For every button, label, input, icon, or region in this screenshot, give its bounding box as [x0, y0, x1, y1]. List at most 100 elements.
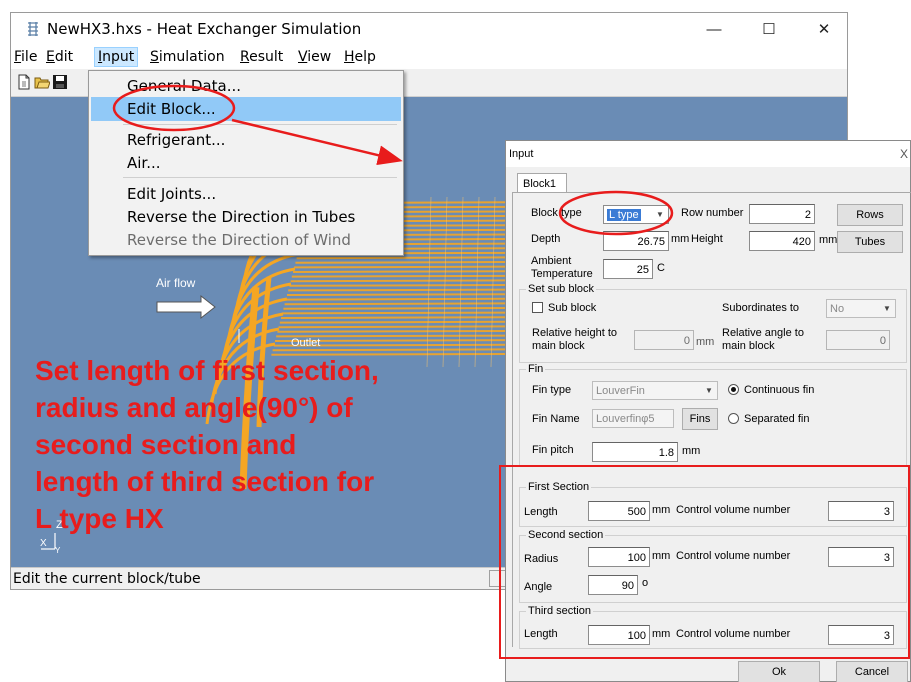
menu-input-rest: nput [102, 49, 135, 65]
menu-view[interactable]: View [295, 48, 334, 66]
menu-separator [123, 177, 397, 178]
fin-line [474, 196, 480, 368]
maximize-button[interactable]: ☐ [746, 13, 792, 46]
ambient-unit: C [657, 262, 665, 274]
second-cv-label: Control volume number [676, 550, 791, 562]
row-number-field[interactable]: 2 [749, 204, 815, 224]
menu-edit[interactable]: Edit [43, 48, 76, 66]
relative-height-label-line2: main block [532, 340, 585, 352]
third-cv-label: Control volume number [676, 628, 791, 640]
first-cv-field[interactable]: 3 [828, 501, 894, 521]
sub-block-checkbox[interactable] [532, 302, 543, 313]
air-flow-arrow-icon [156, 294, 216, 320]
fin-type-value: LouverFin [596, 385, 645, 397]
third-section-title: Third section [526, 605, 593, 617]
second-cv-field[interactable]: 3 [828, 547, 894, 567]
menu-item-edit-block[interactable]: Edit Block... [91, 97, 401, 121]
relative-height-field: 0 [634, 330, 694, 350]
app-icon [28, 22, 38, 36]
second-section-title: Second section [526, 529, 606, 541]
block-type-label: Block type [531, 207, 582, 219]
menu-item-air[interactable]: Air... [91, 151, 401, 175]
rows-button[interactable]: Rows [837, 204, 903, 226]
depth-label: Depth [531, 233, 561, 245]
tubes-button[interactable]: Tubes [837, 231, 903, 253]
third-length-unit: mm [652, 628, 671, 640]
menu-item-edit-joints[interactable]: Edit Joints... [91, 182, 401, 206]
radius-field[interactable]: 100 [588, 547, 650, 567]
fin-group-title: Fin [526, 363, 546, 375]
third-length-field[interactable]: 100 [588, 625, 650, 645]
menu-input[interactable]: Input [93, 47, 139, 67]
first-cv-label: Control volume number [676, 504, 791, 516]
dialog-body: Block1 Block type L type ▼ Row number 2 … [506, 167, 911, 682]
angle-unit: o [642, 577, 649, 589]
relative-height-label-line1: Relative height to [532, 327, 617, 339]
open-folder-icon[interactable] [34, 74, 50, 90]
fins-button[interactable]: Fins [682, 408, 718, 430]
close-button[interactable]: ✕ [801, 13, 847, 46]
radius-label: Radius [524, 553, 559, 565]
save-disk-icon[interactable] [52, 74, 68, 90]
menu-result-rest: esult [249, 49, 284, 65]
third-cv-field[interactable]: 3 [828, 625, 894, 645]
set-sub-block-title: Set sub block [526, 283, 597, 295]
depth-field[interactable]: 26.75 [603, 231, 669, 251]
cancel-button[interactable]: Cancel [836, 661, 908, 682]
input-menu-dropdown: General Data... Edit Block... Refrigeran… [88, 70, 404, 256]
window-title: NewHX3.hxs - Heat Exchanger Simulation [47, 20, 362, 38]
menu-item-reverse-tubes[interactable]: Reverse the Direction in Tubes [91, 205, 401, 229]
fin-type-select: LouverFin ▼ [592, 381, 718, 400]
ambient-temperature-field[interactable]: 25 [603, 259, 653, 279]
continuous-fin-radio[interactable] [728, 384, 739, 395]
fin-line [458, 196, 464, 368]
angle-field[interactable]: 90 [588, 575, 638, 595]
relative-angle-field: 0 [826, 330, 890, 350]
menu-simulation[interactable]: Simulation [147, 48, 228, 66]
fin-line [426, 196, 432, 368]
row-number-label: Row number [681, 207, 744, 219]
chevron-down-icon: ▼ [705, 386, 713, 395]
menu-item-refrigerant[interactable]: Refrigerant... [91, 128, 401, 152]
chevron-down-icon: ▼ [656, 210, 664, 219]
subordinates-label: Subordinates to [722, 302, 800, 314]
axis-x-label: X [40, 538, 47, 549]
second-section-group: Second section Radius 100 mm Control vol… [519, 529, 907, 603]
block-type-select[interactable]: L type ▼ [603, 205, 669, 224]
tab-panel: Block type L type ▼ Row number 2 Rows De… [512, 192, 911, 649]
fin-pitch-field[interactable]: 1.8 [592, 442, 678, 462]
menu-file[interactable]: File [11, 48, 40, 66]
menu-simulation-rest: imulation [158, 49, 225, 65]
tab-block1[interactable]: Block1 [517, 173, 567, 193]
axis-y-label: Y [55, 546, 61, 555]
menu-file-rest: ile [21, 49, 38, 65]
menu-view-rest: iew [307, 49, 332, 65]
first-length-unit: mm [652, 504, 671, 516]
menu-separator [123, 124, 397, 125]
fin-name-label: Fin Name [532, 413, 580, 425]
set-sub-block-group: Set sub block Sub block Subordinates to … [519, 283, 907, 363]
menu-edit-rest: dit [54, 49, 74, 65]
dialog-title-bar[interactable]: Input X [506, 141, 910, 167]
ambient-label-line2: Temperature [531, 268, 593, 280]
first-section-group: First Section Length 500 mm Control volu… [519, 481, 907, 527]
height-field[interactable]: 420 [749, 231, 815, 251]
status-text: Edit the current block/tube [13, 571, 201, 587]
title-bar[interactable]: NewHX3.hxs - Heat Exchanger Simulation —… [11, 13, 847, 46]
menu-result-accel: R [240, 49, 250, 65]
minimize-button[interactable]: — [691, 13, 737, 46]
radius-unit: mm [652, 550, 671, 562]
menu-result[interactable]: Result [237, 48, 286, 66]
new-file-icon[interactable] [16, 74, 32, 90]
annotation-text: Set length of first section, radius and … [35, 355, 379, 534]
menu-view-accel: V [298, 49, 308, 65]
separated-fin-radio[interactable] [728, 413, 739, 424]
subordinates-select: No ▼ [826, 299, 896, 318]
menu-help[interactable]: Help [341, 48, 379, 66]
first-length-field[interactable]: 500 [588, 501, 650, 521]
menu-simulation-accel: S [150, 49, 159, 65]
ok-button[interactable]: Ok [738, 661, 820, 682]
height-unit: mm [819, 234, 838, 246]
menu-item-general-data[interactable]: General Data... [91, 74, 401, 98]
dialog-close-icon[interactable]: X [900, 147, 908, 161]
